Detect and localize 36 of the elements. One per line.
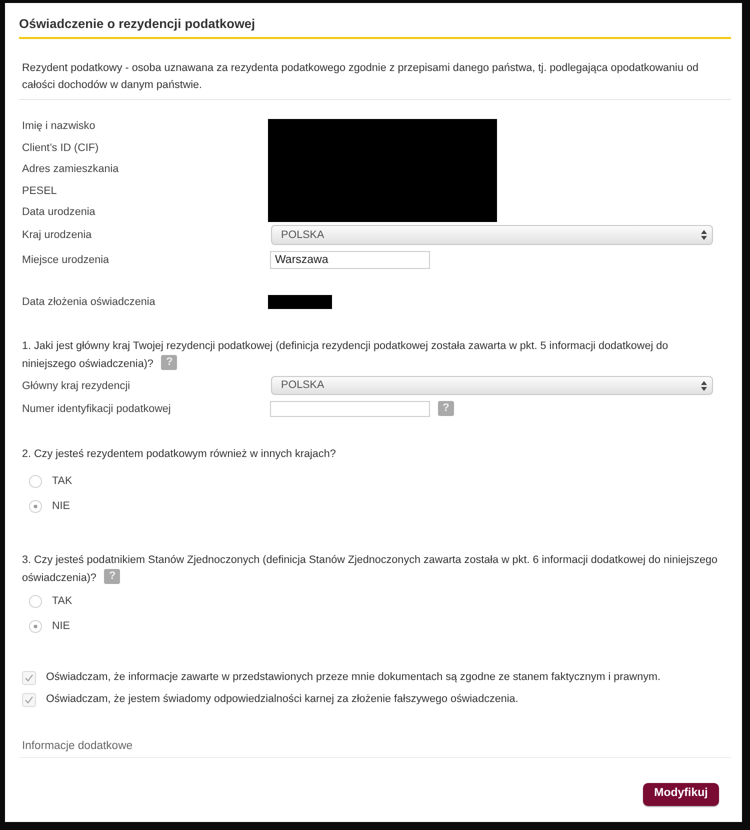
field-label: PESEL (22, 184, 57, 198)
radio-button[interactable] (29, 475, 42, 488)
declaration-text: Oświadczam, że informacje zawarte w przedstawionych przeze mnie dokumentach są zgodne ze stanem faktycznym i prawnym. (46, 670, 660, 686)
radio-button[interactable] (29, 500, 42, 513)
radio-button[interactable] (29, 595, 42, 608)
field-label: Numer identyfikacji podatkowej (22, 402, 171, 416)
radio-button[interactable] (29, 620, 42, 633)
field-label: Kraj urodzenia (22, 228, 92, 242)
text-input[interactable]: Warszawa (270, 251, 430, 269)
option-label: TAK (52, 594, 72, 610)
question-text: 1. Jaki jest główny kraj Twojej rezydencji podatkowej (definicja rezydencji podatkowej została zawarta w pkt. 5 informacji dodatkowej do niniejszego oświadczenia)? ? (22, 338, 670, 372)
option-label: TAK (52, 474, 72, 490)
field-label: Data urodzenia (22, 205, 96, 220)
country-select[interactable]: POLSKA (271, 376, 713, 395)
field-label: Główny kraj rezydencji (22, 378, 130, 392)
field-label: Data złożenia oświadczenia (22, 294, 156, 308)
modify-button[interactable]: Modyfikuj (643, 782, 719, 806)
text-input[interactable] (270, 400, 430, 416)
option-label: NIE (52, 499, 70, 514)
field-label: Miejsce urodzenia (22, 253, 110, 267)
redaction-block (268, 294, 332, 308)
question-text: 2. Czy jesteś rezydentem podatkowym również w innych krajach? (22, 446, 337, 462)
updown-arrows-icon (701, 380, 707, 390)
question-text: 3. Czy jesteś podatnikiem Stanów Zjednoczonych (definicja Stanów Zjednoczonych zawarta została w pkt. 6 informacji dodatkowej do niniejszego oświadczenia)? ? (22, 552, 719, 586)
declaration-text: Oświadczam, że jestem świadomy odpowiedzialności karnej za złożenie fałszywego oświadczenia. (46, 692, 518, 708)
country-select[interactable]: POLSKA (271, 225, 713, 245)
field-label: Client’s ID (CIF) (22, 140, 99, 155)
section-title: Informacje dodatkowe (22, 738, 133, 754)
page-title: Oświadczenie o rezydencji podatkowej (19, 16, 256, 32)
intro-paragraph: Rezydent podatkowy - osoba uznawana za rezydenta podatkowego zgodnie z przepisami danego państwa, tj. podlegająca opodatkowaniu od całości dochodów w danym państwie. (22, 61, 700, 93)
field-label: Adres zamieszkania (22, 162, 119, 176)
updown-arrows-icon (701, 230, 707, 240)
checkbox[interactable] (22, 670, 36, 684)
option-label: NIE (52, 619, 70, 634)
field-label: Imię i nazwisko (22, 119, 96, 134)
checkbox[interactable] (22, 692, 36, 706)
